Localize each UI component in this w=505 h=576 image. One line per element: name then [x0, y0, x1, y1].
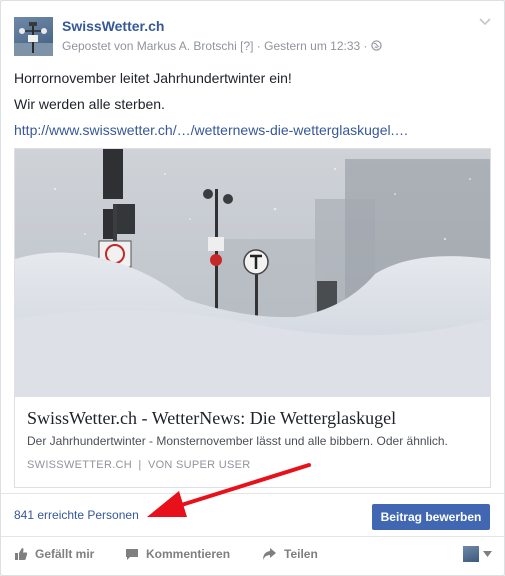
post-as-selector[interactable]	[463, 546, 492, 562]
share-button[interactable]: Teilen	[262, 541, 318, 567]
link-preview[interactable]: SwissWetter.ch - WetterNews: Die Wetterg…	[14, 148, 491, 488]
like-label: Gefällt mir	[35, 547, 95, 561]
snowstorm-photo	[15, 149, 490, 397]
post-header: SwissWetter.ch Gepostet von Markus A. Br…	[14, 15, 492, 59]
preview-title[interactable]: SwissWetter.ch - WetterNews: Die Wetterg…	[27, 408, 396, 429]
chevron-down-icon[interactable]	[478, 15, 492, 29]
globe-icon[interactable]	[371, 40, 382, 51]
author-link[interactable]: Markus A. Brotschi	[137, 39, 237, 53]
meta-prefix: Gepostet von	[62, 39, 134, 53]
comment-button[interactable]: Kommentieren	[125, 541, 230, 567]
post-text-line-1: Horrornovember leitet Jahrhundertwinter …	[14, 70, 292, 86]
post-text-line-2: Wir werden alle sterben.	[14, 96, 165, 112]
author-tag[interactable]: [?]	[240, 39, 253, 53]
boost-post-button[interactable]: Beitrag bewerben	[372, 504, 490, 530]
meta-separator: ·	[256, 39, 261, 53]
comment-label: Kommentieren	[146, 547, 231, 561]
post-timestamp[interactable]: Gestern um 12:33	[264, 39, 360, 53]
red-arrow-annotation	[147, 463, 311, 517]
meta-separator-2: ·	[363, 39, 368, 53]
viewer-avatar	[463, 546, 479, 562]
caret-down-icon	[483, 551, 492, 557]
divider-actions	[1, 536, 504, 537]
post-link[interactable]: http://www.swisswetter.ch/…/wetternews-d…	[14, 122, 408, 138]
preview-image[interactable]	[15, 149, 490, 397]
post-meta: Gepostet von Markus A. Brotschi [?] · Ge…	[62, 39, 382, 53]
page-name-link[interactable]: SwissWetter.ch	[62, 18, 164, 34]
share-label: Teilen	[284, 547, 318, 561]
comment-icon	[126, 549, 138, 560]
thumbs-up-icon	[15, 548, 28, 560]
post-card: SwissWetter.ch Gepostet von Markus A. Br…	[0, 0, 505, 576]
page-avatar[interactable]	[14, 17, 53, 56]
preview-domain: SWISSWETTER.CH	[27, 459, 133, 471]
like-button[interactable]: Gefällt mir	[14, 541, 94, 567]
share-icon	[263, 548, 276, 560]
preview-description: Der Jahrhundertwinter - Monsternovember …	[27, 434, 448, 448]
weather-station-icon	[14, 22, 53, 56]
reach-count-link[interactable]: 841 erreichte Personen	[14, 508, 139, 522]
action-bar: Gefällt mir Kommentieren Teilen	[1, 541, 504, 575]
